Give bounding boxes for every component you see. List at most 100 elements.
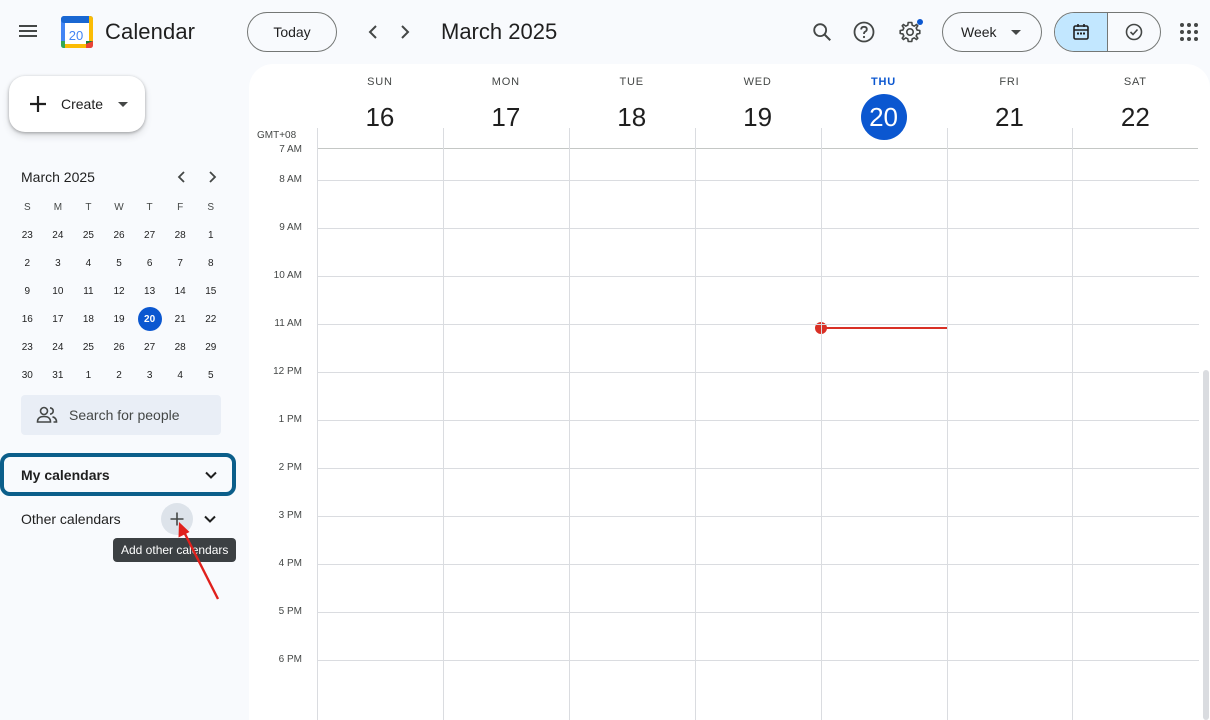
day-column-divider <box>442 128 444 720</box>
mini-calendar-day-number: 3 <box>146 369 153 381</box>
today-button[interactable]: Today <box>247 12 337 52</box>
mini-calendar-day-number: 26 <box>113 341 125 353</box>
help-button[interactable] <box>844 12 884 52</box>
hour-label: 2 PM <box>278 462 302 473</box>
day-number[interactable]: 21 <box>986 94 1032 140</box>
mini-calendar-day[interactable]: 7 <box>165 249 196 277</box>
mini-calendar-day[interactable]: 6 <box>134 249 165 277</box>
apps-grid-icon[interactable] <box>1178 21 1200 43</box>
mini-calendar-day[interactable]: 2 <box>12 249 43 277</box>
mini-calendar-day[interactable]: 11 <box>73 277 104 305</box>
search-for-people-placeholder: Search for people <box>69 407 180 423</box>
mini-calendar-day[interactable]: 17 <box>43 305 74 333</box>
mini-calendar-day[interactable]: 24 <box>43 333 74 361</box>
hour-gridline <box>317 276 1199 277</box>
current-month-title: March 2025 <box>441 19 558 44</box>
hour-label: 4 PM <box>278 558 302 569</box>
mini-calendar-day[interactable]: 27 <box>134 221 165 249</box>
help-icon <box>853 21 875 43</box>
mini-calendar-day[interactable]: 1 <box>195 221 226 249</box>
hour-label: 11 AM <box>274 318 302 329</box>
mini-calendar-day[interactable]: 4 <box>73 249 104 277</box>
search-for-people-input[interactable]: Search for people <box>21 395 221 435</box>
day-name: WED <box>743 76 772 88</box>
hour-gridline <box>317 516 1199 517</box>
today-day-number[interactable]: 20 <box>860 94 907 140</box>
next-week-icon[interactable] <box>393 20 417 44</box>
my-calendars-toggle[interactable]: My calendars <box>0 453 236 496</box>
mini-calendar-day[interactable]: 28 <box>165 333 196 361</box>
mini-calendar-day-number: 14 <box>174 285 186 297</box>
mini-calendar-day[interactable]: 4 <box>165 361 196 389</box>
mini-calendar-day[interactable]: 29 <box>195 333 226 361</box>
hour-label: 5 PM <box>278 606 302 617</box>
calendar-view-button[interactable] <box>1055 13 1108 51</box>
mini-calendar-day[interactable]: 9 <box>12 277 43 305</box>
mini-calendar-day[interactable]: 26 <box>104 221 135 249</box>
day-header-wed: WED 19 <box>695 64 821 148</box>
header-divider <box>317 148 1198 149</box>
day-number[interactable]: 22 <box>1112 94 1158 140</box>
mini-calendar-day[interactable]: 3 <box>43 249 74 277</box>
mini-calendar-day-number: 16 <box>21 313 33 325</box>
settings-button[interactable] <box>890 12 930 52</box>
mini-calendar-day[interactable]: 24 <box>43 221 74 249</box>
mini-calendar-day[interactable]: 5 <box>104 249 135 277</box>
mini-calendar-day[interactable]: 31 <box>43 361 74 389</box>
mini-calendar-day[interactable]: 27 <box>134 333 165 361</box>
mini-calendar-day[interactable]: 8 <box>195 249 226 277</box>
day-header-sun: SUN 16 <box>317 64 443 148</box>
mini-calendar-day[interactable]: 19 <box>104 305 135 333</box>
mini-calendar-day[interactable]: 18 <box>73 305 104 333</box>
mini-calendar-day-number: 30 <box>21 369 33 381</box>
mini-calendar-day[interactable]: 26 <box>104 333 135 361</box>
mini-calendar-next-icon[interactable] <box>202 167 222 187</box>
mini-calendar-day[interactable]: 14 <box>165 277 196 305</box>
previous-week-icon[interactable] <box>361 20 385 44</box>
day-column-divider <box>820 128 822 720</box>
mini-calendar-day-number: 23 <box>21 229 33 241</box>
mini-calendar-day[interactable]: 30 <box>12 361 43 389</box>
main-menu-icon[interactable] <box>17 22 39 42</box>
dropdown-caret-icon <box>1011 30 1021 35</box>
mini-calendar-day[interactable]: 13 <box>134 277 165 305</box>
top-bar: 20 Calendar Today March 2025 Week <box>0 0 1210 64</box>
mini-calendar-day-number: 24 <box>52 229 64 241</box>
day-number[interactable]: 19 <box>735 94 781 140</box>
mini-calendar-day-number: 5 <box>207 369 214 381</box>
mini-calendar-day[interactable]: 16 <box>12 305 43 333</box>
create-button[interactable]: Create <box>9 76 145 132</box>
mini-calendar-today[interactable]: 20 <box>134 305 165 333</box>
mini-calendar-day[interactable]: 28 <box>165 221 196 249</box>
day-name: SAT <box>1123 76 1147 88</box>
hour-gridline <box>317 228 1199 229</box>
mini-calendar-day[interactable]: 12 <box>104 277 135 305</box>
task-check-icon <box>1125 23 1143 41</box>
mini-calendar-day[interactable]: 23 <box>12 333 43 361</box>
mini-calendar-day[interactable]: 25 <box>73 221 104 249</box>
mini-calendar-day[interactable]: 23 <box>12 221 43 249</box>
week-view-scrollbar[interactable] <box>1203 370 1209 720</box>
mini-calendar-week-row: 2 3 4 5 6 7 8 <box>12 249 226 277</box>
mini-calendar-day[interactable]: 2 <box>104 361 135 389</box>
hour-label: 1 PM <box>278 414 302 425</box>
mini-calendar-day[interactable]: 21 <box>165 305 196 333</box>
mini-calendar-day[interactable]: 22 <box>195 305 226 333</box>
view-selector[interactable]: Week <box>942 12 1042 52</box>
mini-calendar-day[interactable]: 5 <box>195 361 226 389</box>
mini-calendar-day[interactable]: 15 <box>195 277 226 305</box>
mini-calendar-previous-icon[interactable] <box>172 167 192 187</box>
mini-calendar-day[interactable]: 25 <box>73 333 104 361</box>
mini-calendar-day[interactable]: 1 <box>73 361 104 389</box>
search-icon <box>813 23 831 41</box>
day-number[interactable]: 18 <box>609 94 655 140</box>
mini-calendar-day[interactable]: 3 <box>134 361 165 389</box>
day-number[interactable]: 17 <box>483 94 529 140</box>
view-selector-label: Week <box>961 24 997 40</box>
app-title: Calendar <box>105 19 196 44</box>
tasks-view-button[interactable] <box>1108 13 1161 51</box>
mini-calendar-day[interactable]: 10 <box>43 277 74 305</box>
day-number[interactable]: 16 <box>357 94 403 140</box>
hour-gridline <box>317 180 1199 181</box>
search-button[interactable] <box>802 12 842 52</box>
